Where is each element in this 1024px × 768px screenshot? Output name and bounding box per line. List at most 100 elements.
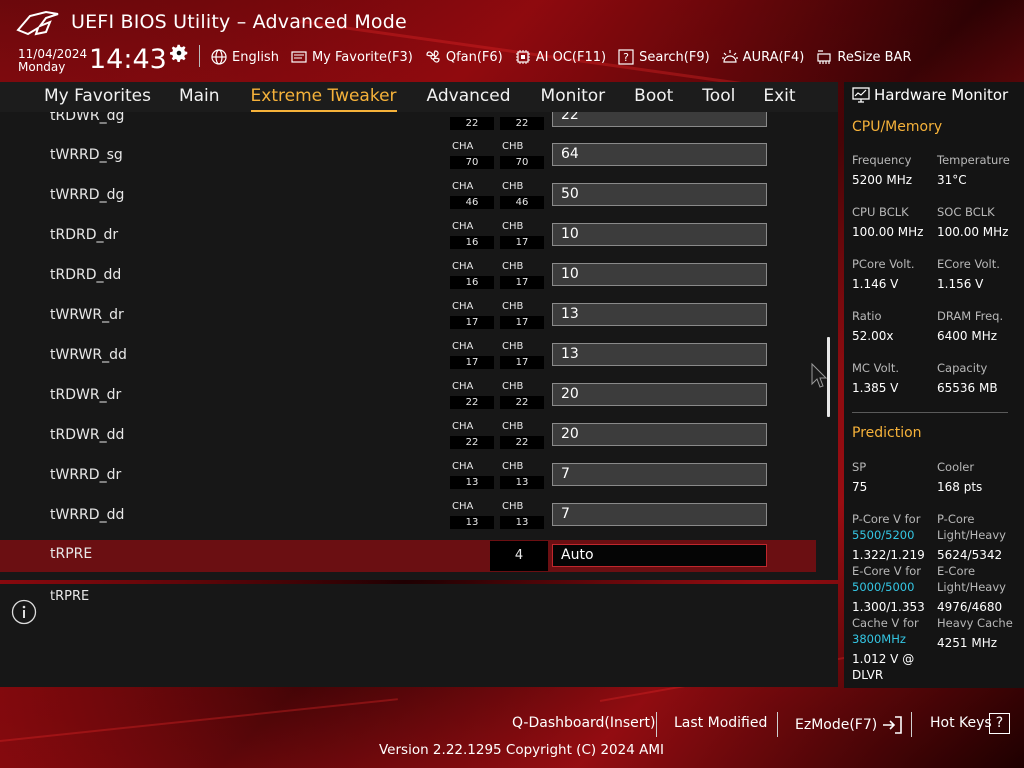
tab-extreme-tweaker[interactable]: Extreme Tweaker (250, 86, 397, 112)
chb-readout: CHB 17 (500, 221, 544, 249)
resize-bar-button[interactable]: ReSize BAR (815, 48, 911, 66)
chb-value: 22 (500, 117, 544, 130)
setting-label: tWRRD_sg (50, 147, 123, 163)
setting-value-input[interactable]: 7 (552, 503, 767, 526)
tab-my-favorites[interactable]: My Favorites (44, 86, 151, 108)
cpu-memory-heading: CPU/Memory (852, 119, 943, 135)
ecore-volt-label: ECore Volt. (937, 257, 1000, 271)
setting-label: tRDWR_dr (50, 387, 122, 403)
my-favorite-button[interactable]: My Favorite(F3) (290, 48, 413, 66)
ezmode-label: EzMode(F7) (795, 717, 878, 733)
chb-readout: CHB 22 (500, 421, 544, 449)
setting-row[interactable]: tWRWR_dd CHA 17 CHB 17 13 (0, 335, 816, 375)
clock: 14:43 (89, 44, 167, 75)
chb-value: 17 (500, 356, 544, 369)
sp-value: 75 (852, 480, 868, 494)
setting-row-selected[interactable]: tRPRE 4 Auto (0, 540, 816, 572)
search-button[interactable]: ? Search(F9) (617, 48, 710, 66)
setting-row[interactable]: tRDRD_dr CHA 16 CHB 17 10 (0, 215, 816, 255)
tab-main[interactable]: Main (179, 86, 220, 108)
cha-readout: CHA 22 (450, 112, 494, 130)
ai-oc-label: AI OC(F11) (535, 49, 607, 65)
qfan-label: Qfan(F6) (445, 49, 503, 65)
chb-readout: CHB 22 (500, 112, 544, 130)
setting-value-input[interactable]: 13 (552, 343, 767, 366)
chb-value: 13 (500, 476, 544, 489)
setting-row[interactable]: tWRRD_sg CHA 70 CHB 70 64 (0, 135, 816, 175)
setting-value-input[interactable]: 64 (552, 143, 767, 166)
hot-keys-help-icon[interactable]: ? (989, 713, 1010, 734)
setting-value-input[interactable]: 10 (552, 263, 767, 286)
tab-tool[interactable]: Tool (702, 86, 735, 108)
hot-keys-button[interactable]: Hot Keys (930, 715, 992, 731)
ecore-light-heavy-sublabel: Light/Heavy (937, 580, 1006, 594)
current-value-readout: 4 (490, 541, 548, 571)
setting-row[interactable]: tWRRD_dg CHA 46 CHB 46 50 (0, 175, 816, 215)
cpu-bclk-value: 100.00 MHz (852, 225, 924, 239)
chb-readout: CHB 13 (500, 501, 544, 529)
setting-value-input[interactable]: 22 (552, 112, 767, 127)
setting-row[interactable]: tWRRD_dd CHA 13 CHB 13 7 (0, 495, 816, 535)
cha-readout: CHA 16 (450, 261, 494, 289)
setting-label: tWRWR_dr (50, 307, 124, 323)
pcore-volt-label: PCore Volt. (852, 257, 915, 271)
tab-exit[interactable]: Exit (763, 86, 795, 108)
setting-row[interactable]: tRDWR_dg CHA 22 CHB 22 22 (0, 112, 816, 136)
chb-label: CHB (502, 461, 524, 472)
monitor-icon (852, 87, 870, 103)
qfan-button[interactable]: Qfan(F6) (424, 48, 503, 66)
settings-list: tRDWR_dg CHA 22 CHB 22 22 tWRRD_sg CHA 70 C… (0, 112, 838, 580)
setting-label: tWRWR_dd (50, 347, 127, 363)
setting-value-input[interactable]: Auto (552, 544, 767, 567)
pcore-volt-value: 1.146 V (852, 277, 899, 291)
setting-value-input[interactable]: 20 (552, 423, 767, 446)
last-modified-button[interactable]: Last Modified (674, 715, 767, 731)
cha-label: CHA (452, 461, 474, 472)
ai-oc-button[interactable]: AI OC(F11) (514, 48, 606, 66)
language-button[interactable]: English (210, 48, 279, 66)
language-label: English (232, 49, 279, 65)
temperature-label: Temperature (937, 153, 1010, 167)
setting-row[interactable]: tWRRD_dr CHA 13 CHB 13 7 (0, 455, 816, 495)
chb-value: 13 (500, 516, 544, 529)
cha-readout: CHA 17 (450, 301, 494, 329)
frequency-value: 5200 MHz (852, 173, 913, 187)
fan-icon (426, 50, 440, 63)
aura-button[interactable]: AURA(F4) (721, 48, 804, 66)
cache-v-label: Cache V for (852, 616, 919, 630)
setting-value-input[interactable]: 13 (552, 303, 767, 326)
setting-value-input[interactable]: 10 (552, 223, 767, 246)
cha-value: 16 (450, 276, 494, 289)
cha-label: CHA (452, 341, 474, 352)
setting-label: tWRRD_dd (50, 507, 125, 523)
setting-row[interactable]: tWRWR_dr CHA 17 CHB 17 13 (0, 295, 816, 335)
ezmode-button[interactable]: EzMode(F7) (795, 715, 903, 735)
search-icon: ? (618, 49, 634, 65)
gear-icon[interactable] (168, 42, 190, 64)
tab-monitor[interactable]: Monitor (541, 86, 606, 108)
cha-label: CHA (452, 381, 474, 392)
dram-freq-value: 6400 MHz (937, 329, 998, 343)
cha-value: 46 (450, 196, 494, 209)
globe-icon (211, 49, 227, 65)
chb-label: CHB (502, 421, 524, 432)
q-dashboard-button[interactable]: Q-Dashboard(Insert) (512, 715, 656, 731)
tab-advanced[interactable]: Advanced (427, 86, 511, 108)
tab-boot[interactable]: Boot (634, 86, 673, 108)
pcore-v-label: P-Core V for (852, 512, 921, 526)
hardware-monitor-title: Hardware Monitor (852, 86, 1008, 104)
pcore-v-freq: 5500/5200 (852, 528, 915, 542)
favorite-icon (291, 51, 307, 63)
soc-bclk-value: 100.00 MHz (937, 225, 1009, 239)
setting-value-input[interactable]: 50 (552, 183, 767, 206)
setting-row[interactable]: tRDRD_dd CHA 16 CHB 17 10 (0, 255, 816, 295)
cha-value: 22 (450, 396, 494, 409)
cpu-bclk-label: CPU BCLK (852, 205, 909, 219)
setting-value-input[interactable]: 20 (552, 383, 767, 406)
setting-row[interactable]: tRDWR_dd CHA 22 CHB 22 20 (0, 415, 816, 455)
setting-row[interactable]: tRDWR_dr CHA 22 CHB 22 20 (0, 375, 816, 415)
chb-readout: CHB 13 (500, 461, 544, 489)
cooler-value: 168 pts (937, 480, 983, 494)
setting-value-input[interactable]: 7 (552, 463, 767, 486)
cha-value: 70 (450, 156, 494, 169)
